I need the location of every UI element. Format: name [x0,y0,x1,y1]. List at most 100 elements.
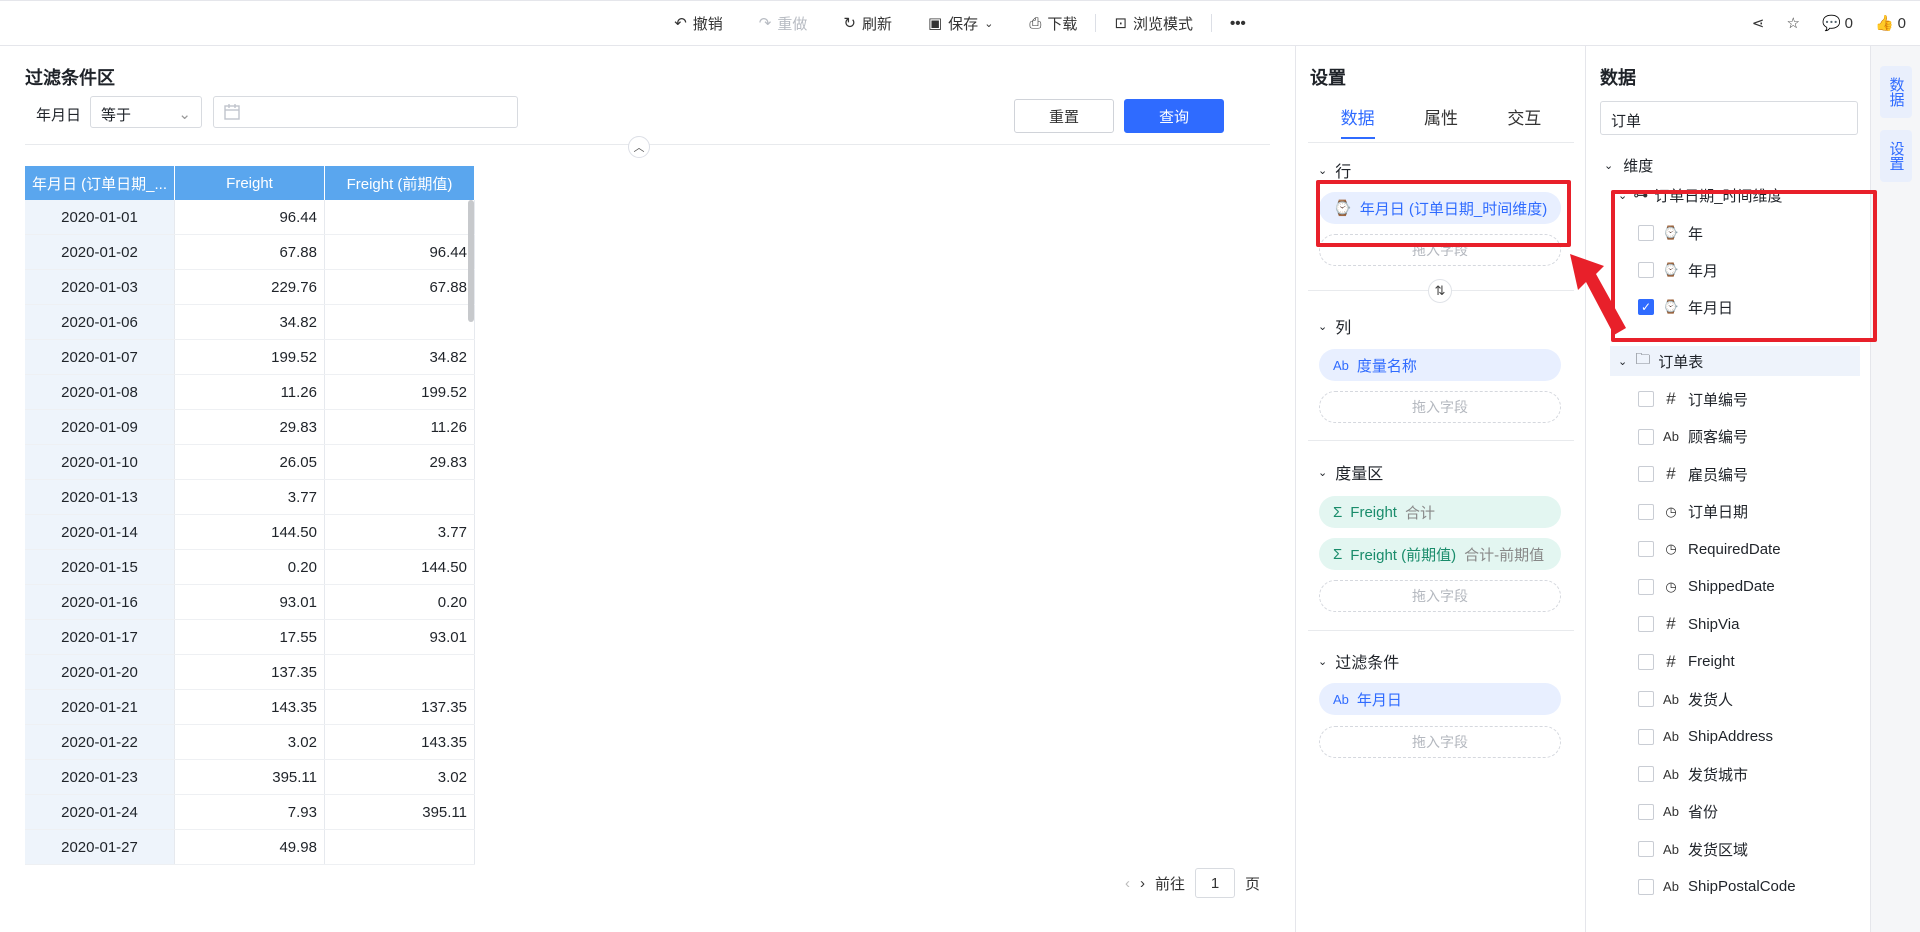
measure-pill-freight[interactable]: Σ Freight 合计 [1319,496,1561,528]
table-row: 2020-01-16 93.01 0.20 [25,585,475,620]
field-item[interactable]: Ab 发货人 [1638,684,1733,714]
side-tab-data[interactable]: 数据 [1880,66,1912,118]
page-input[interactable]: 1 [1195,868,1236,898]
like-button[interactable]: 👍 0 [1874,14,1906,33]
field-search-input[interactable]: 订单 [1600,101,1858,135]
field-checkbox[interactable] [1638,503,1654,520]
highlight-box-hierarchy [1611,190,1877,342]
field-checkbox[interactable] [1638,878,1654,895]
field-checkbox[interactable] [1638,541,1654,557]
field-item[interactable]: # 雇员编号 [1638,459,1748,489]
text-field-icon: Ab [1663,691,1679,707]
tab-interaction[interactable]: 交互 [1507,104,1541,139]
tab-properties[interactable]: 属性 [1424,104,1458,139]
comments-button[interactable]: 💬 0 [1822,14,1853,33]
filter-section-title[interactable]: ⌄ 过滤条件 [1318,649,1399,673]
field-item[interactable]: Ab 省份 [1638,797,1718,827]
columns-drop-zone[interactable]: 拖入字段 [1319,391,1561,423]
column-header[interactable]: Freight (前期值) [325,166,475,200]
table-row: 2020-01-23 395.11 3.02 [25,760,475,795]
query-button[interactable]: 查询 [1124,99,1224,133]
table-row: 2020-01-15 0.20 144.50 [25,550,475,585]
redo-button[interactable]: ↷ 重做 [741,1,826,45]
download-button[interactable]: ⎙ 下载 [1011,1,1095,45]
next-page-icon[interactable]: › [1140,875,1145,892]
field-checkbox[interactable] [1638,766,1654,782]
table-cell: 137.35 [325,690,475,724]
swap-rows-cols-button[interactable]: ⇅ [1428,279,1452,303]
columns-section-title[interactable]: ⌄ 列 [1318,314,1351,338]
field-checkbox[interactable] [1638,428,1654,445]
table-cell: 11.26 [175,375,325,409]
column-header[interactable]: Freight [175,166,325,200]
field-checkbox[interactable] [1638,391,1654,407]
table-cell [325,305,475,339]
field-item[interactable]: ◷ RequiredDate [1638,534,1781,564]
field-checkbox[interactable] [1638,691,1654,707]
collapse-filter-button[interactable]: ︿ [628,136,650,158]
table-group[interactable]: ⌄ 🗀 订单表 [1618,346,1703,376]
field-item[interactable]: # 订单编号 [1638,384,1748,414]
field-checkbox[interactable] [1638,466,1654,482]
table-cell: 2020-01-02 [25,235,175,269]
field-item[interactable]: ◷ ShippedDate [1638,572,1775,602]
chevron-up-icon: ︿ [633,142,645,154]
side-tab-settings[interactable]: 设置 [1880,130,1912,182]
column-header[interactable]: 年月日 (订单日期_... [25,166,175,200]
field-checkbox[interactable] [1638,841,1654,857]
operator-select[interactable]: 等于 ⌄ [90,96,202,128]
field-checkbox[interactable] [1638,616,1654,632]
field-checkbox[interactable] [1638,728,1654,745]
field-label: 雇员编号 [1688,466,1749,484]
page-unit-label: 页 [1245,875,1261,893]
table-row: 2020-01-13 3.77 [25,480,475,515]
download-icon: ⎙ [1029,14,1042,32]
field-item[interactable]: Ab 发货区域 [1638,834,1748,864]
measure-pill-freight-previous[interactable]: Σ Freight (前期值) 合计-前期值 [1319,538,1561,570]
favorite-button[interactable]: ☆ [1786,14,1799,32]
tab-data[interactable]: 数据 [1340,104,1375,139]
field-item[interactable]: # Freight [1638,647,1735,677]
dimension-group[interactable]: ⌄ 维度 [1604,150,1653,180]
rows-section-title[interactable]: ⌄ 行 [1318,158,1351,182]
more-button[interactable]: ••• [1212,1,1264,45]
table-row: 2020-01-02 67.88 96.44 [25,235,475,270]
save-button[interactable]: ▣ 保存 ⌄ [910,1,1011,45]
field-item[interactable]: Ab 发货城市 [1638,759,1748,789]
field-checkbox[interactable] [1638,803,1654,820]
field-item[interactable]: Ab 顾客编号 [1638,422,1748,452]
red-arrow-icon [1570,254,1626,335]
measure-section-title[interactable]: ⌄ 度量区 [1318,460,1383,484]
measure-drop-zone[interactable]: 拖入字段 [1319,580,1561,612]
field-checkbox[interactable] [1638,653,1654,670]
date-input[interactable] [213,96,518,128]
table-cell: 2020-01-09 [25,410,175,444]
table-body: 2020-01-01 96.44 2020-01-02 67.88 96.44 2020-… [25,200,475,865]
field-item[interactable]: ◷ 订单日期 [1638,497,1748,527]
prev-page-icon[interactable]: ‹ [1125,875,1130,892]
columns-field-pill[interactable]: Ab 度量名称 [1319,349,1561,381]
star-icon: ☆ [1786,15,1800,32]
field-item[interactable]: Ab ShipPostalCode [1638,872,1796,902]
preview-mode-button[interactable]: ⊡ 浏览模式 [1096,1,1211,45]
refresh-button[interactable]: ↻ 刷新 [825,1,910,45]
thumbs-up-icon: 👍 [1874,15,1894,32]
filter-field-pill[interactable]: Ab 年月日 [1319,683,1561,715]
undo-button[interactable]: ↶ 撤销 [656,1,741,45]
field-label: ShippedDate [1688,578,1775,595]
sum-icon: Σ [1333,503,1343,521]
table-scrollbar[interactable] [468,200,474,322]
table-cell: 93.01 [175,585,325,619]
field-label: 发货人 [1688,691,1734,709]
field-checkbox[interactable] [1638,578,1654,595]
field-item[interactable]: Ab ShipAddress [1638,722,1773,752]
table-cell: 2020-01-16 [25,585,175,619]
reset-button[interactable]: 重置 [1014,99,1114,133]
filter-drop-zone[interactable]: 拖入字段 [1319,726,1561,758]
date-field-icon: ◷ [1665,541,1677,556]
table-cell: 2020-01-21 [25,690,175,724]
field-item[interactable]: # ShipVia [1638,609,1739,639]
share-button[interactable]: ⋖ [1752,14,1765,32]
text-field-icon: Ab [1663,766,1679,782]
section-divider [1308,630,1574,631]
